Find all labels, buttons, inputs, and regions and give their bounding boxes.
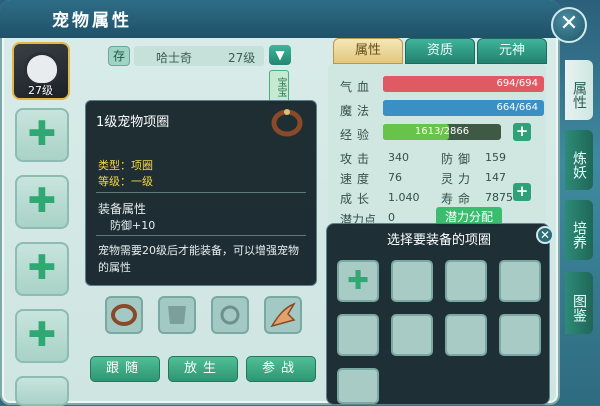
collar-slot-3[interactable]	[445, 260, 487, 302]
plus-icon: ✚	[27, 114, 57, 154]
attack-value: 340	[388, 151, 409, 164]
plus-icon: ✚	[27, 315, 57, 355]
store-tag-button[interactable]: 存	[108, 46, 130, 66]
add-pet-slot-2[interactable]: ✚	[15, 175, 69, 229]
growth-label: 成长	[340, 192, 375, 206]
window-title: 宠物属性	[52, 11, 132, 31]
side-tab-refine[interactable]: 炼妖	[565, 130, 593, 190]
hp-bar: 694/694	[383, 76, 544, 92]
equip-slot-collar[interactable]	[105, 296, 143, 334]
lifespan-value: 7875	[485, 191, 513, 204]
add-pet-slot-5[interactable]	[15, 376, 69, 406]
avatar-level-badge: 27级	[28, 84, 53, 97]
add-pet-slot-4[interactable]: ✚	[15, 309, 69, 363]
exp-label: 经验	[340, 128, 375, 142]
pet-name: 哈士奇	[156, 51, 193, 65]
item-type: 类型：项圈	[98, 159, 153, 172]
collar-add-slot[interactable]: ✚	[337, 260, 379, 302]
chevron-down-icon: ▼	[275, 48, 285, 62]
armor-icon	[168, 306, 186, 324]
close-icon: ✕	[559, 11, 579, 36]
exp-bar: 1613/2866	[383, 124, 501, 140]
hp-label: 气血	[340, 80, 375, 94]
exp-value: 1613/2866	[414, 126, 470, 137]
divider	[96, 192, 306, 193]
plus-icon: ✚	[27, 181, 57, 221]
battle-button[interactable]: 参战	[246, 356, 316, 382]
tab-spirit[interactable]: 元神	[477, 38, 547, 64]
baby-tag: 宝宝	[269, 70, 289, 104]
side-tab-attributes[interactable]: 属性	[565, 60, 593, 120]
selector-title: 选择要装备的项圈	[386, 233, 491, 248]
equip-slot-armor[interactable]	[158, 296, 196, 334]
defense-value: 159	[485, 151, 506, 164]
claw-icon	[270, 302, 296, 328]
selector-close-button[interactable]: ✕	[536, 226, 554, 244]
mp-bar: 664/664	[383, 100, 544, 116]
collar-slot-9[interactable]	[337, 368, 379, 404]
growth-value: 1.040	[388, 191, 420, 204]
side-tab-train[interactable]: 培养	[565, 200, 593, 260]
collar-slot-8[interactable]	[499, 314, 541, 356]
lifespan-label: 寿命	[441, 192, 476, 206]
defense-label: 防御	[441, 152, 476, 166]
plus-icon: ✚	[347, 266, 369, 296]
release-button[interactable]: 放生	[168, 356, 238, 382]
collar-icon	[270, 107, 304, 139]
item-grade: 等级：一级	[98, 175, 153, 188]
lifespan-plus-button[interactable]: +	[513, 183, 531, 201]
close-button[interactable]: ✕	[551, 7, 587, 43]
item-title: 1级宠物项圈	[96, 115, 170, 130]
equip-slot-claw[interactable]	[264, 296, 302, 334]
divider	[96, 235, 306, 236]
spirit-value: 147	[485, 171, 506, 184]
pet-avatar-slot[interactable]: 27级	[12, 42, 70, 100]
mp-label: 魔法	[340, 104, 375, 118]
collar-icon	[111, 304, 137, 326]
tab-aptitude[interactable]: 资质	[405, 38, 475, 64]
speed-label: 速度	[340, 172, 375, 186]
follow-button[interactable]: 跟随	[90, 356, 160, 382]
side-tab-codex[interactable]: 图鉴	[565, 272, 593, 334]
equip-slot-amulet[interactable]	[211, 296, 249, 334]
amulet-icon	[220, 305, 240, 325]
attack-label: 攻击	[340, 152, 375, 166]
close-icon: ✕	[539, 228, 551, 242]
equip-attr-heading: 装备属性	[98, 202, 147, 216]
collar-slot-7[interactable]	[445, 314, 487, 356]
collar-selector-popup: 选择要装备的项圈 ✚	[326, 223, 550, 405]
spirit-label: 灵力	[441, 172, 476, 186]
collar-slot-5[interactable]	[337, 314, 379, 356]
pet-level: 27级	[228, 51, 256, 65]
mp-bar-fill: 664/664	[383, 100, 544, 116]
husky-avatar-icon	[24, 52, 60, 86]
pet-select-dropdown[interactable]: ▼	[269, 45, 291, 65]
hp-bar-fill: 694/694	[383, 76, 544, 92]
item-bonus: 防御+10	[110, 219, 156, 232]
item-description: 宠物需要20级后才能装备，可以增强宠物的属性	[98, 244, 299, 274]
collar-slot-6[interactable]	[391, 314, 433, 356]
add-pet-slot-1[interactable]: ✚	[15, 108, 69, 162]
collar-slot-4[interactable]	[499, 260, 541, 302]
exp-plus-button[interactable]: +	[513, 123, 531, 141]
speed-value: 76	[388, 171, 402, 184]
add-pet-slot-3[interactable]: ✚	[15, 242, 69, 296]
item-tooltip: 1级宠物项圈 类型：项圈 等级：一级 装备属性 防御+10 宠物需要20级后才能…	[85, 100, 317, 286]
plus-icon: ✚	[27, 248, 57, 288]
tab-attributes[interactable]: 属性	[333, 38, 403, 64]
collar-slot-2[interactable]	[391, 260, 433, 302]
